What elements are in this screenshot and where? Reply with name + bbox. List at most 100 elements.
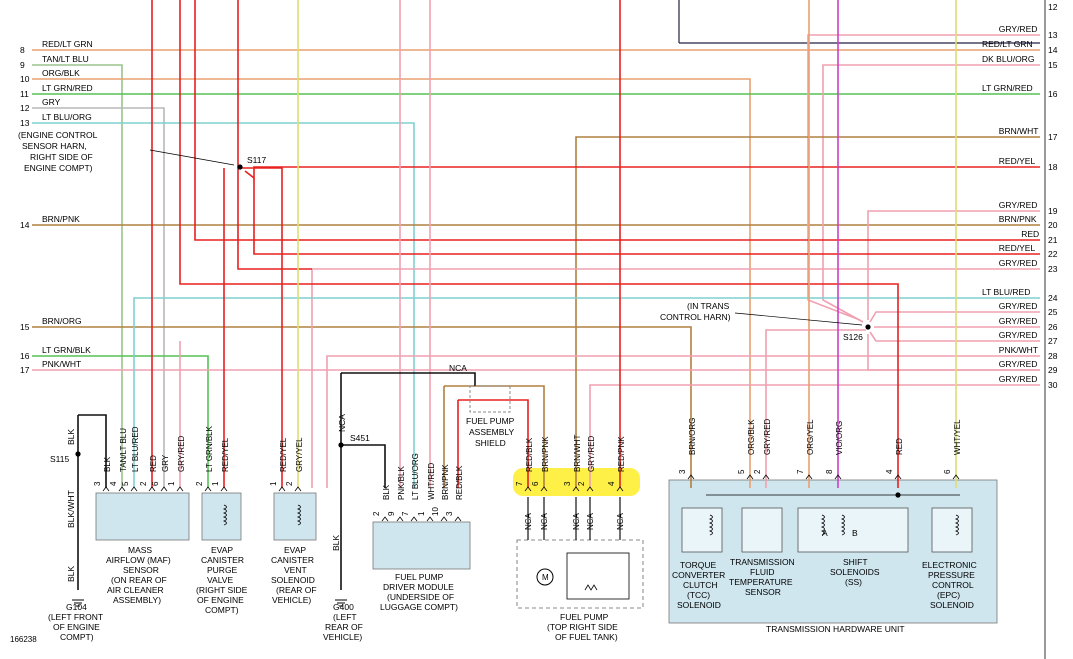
fuel-pump-wire-label: BRN/PNK	[541, 436, 550, 472]
left-wire-number: 11	[20, 89, 29, 99]
right-wire-label: GRY/RED	[999, 200, 1038, 210]
fpdm-wire-label: BLK	[382, 484, 391, 500]
g400-caption-3: VEHICLE)	[323, 632, 362, 642]
right-wire-number: 23	[1048, 264, 1058, 274]
fpdm-pin-number: 9	[387, 511, 396, 516]
fuel-pump-wire-label: RED/BLK	[525, 437, 534, 472]
maf-pin-number: 5	[121, 481, 130, 486]
epc-caption-1: ELECTRONIC	[922, 560, 977, 570]
thu-wire-label: WHT/YEL	[953, 419, 962, 455]
right-wire-label: GRY/RED	[999, 301, 1038, 311]
left-wire-label: ORG/BLK	[42, 68, 80, 78]
wire-nca-shield	[341, 372, 476, 386]
purge-caption-1: EVAP	[211, 545, 233, 555]
s451-label: S451	[350, 433, 370, 443]
right-wire-number: 14	[1048, 45, 1058, 55]
g1-wire-mid: BLK/WHT	[66, 490, 76, 528]
g400-caption-1: (LEFT	[333, 612, 357, 622]
wire-gryred-30	[589, 384, 1040, 488]
fpdm-caption-1: FUEL PUMP	[395, 572, 444, 582]
fuel-pump-tank-box	[516, 539, 644, 609]
epc-box	[931, 507, 973, 553]
maf-pin-number: 3	[93, 481, 102, 486]
left-wire-number: 12	[20, 103, 30, 113]
left-wire-label: BRN/ORG	[42, 316, 82, 326]
left-wire-label: TAN/LT BLU	[42, 54, 89, 64]
right-wire-number: 18	[1048, 162, 1058, 172]
g104-caption-2: OF ENGINE	[53, 622, 100, 632]
wire-red-yel-vent	[238, 167, 283, 488]
right-wire-label: BRN/PNK	[999, 214, 1037, 224]
wire-gryred-13r	[807, 34, 1040, 321]
left-wire-label: GRY	[42, 97, 61, 107]
purge-pin-number: 2	[195, 481, 204, 486]
purge-caption-6: OF ENGINE	[197, 595, 244, 605]
tft-caption-3: TEMPERATURE	[729, 577, 793, 587]
fpdm-pin-arrow	[396, 516, 404, 522]
maf-wire-label: BLK	[103, 456, 112, 472]
tcc-caption-3: CLUTCH	[683, 580, 717, 590]
tcc-box	[681, 507, 723, 553]
purge-wire-label: RED/YEL	[221, 437, 230, 472]
fpdm-pin-number: 10	[431, 507, 440, 516]
right-wire-label: GRY/RED	[999, 359, 1038, 369]
left-wire-label: PNK/WHT	[42, 359, 81, 369]
right-wire-number: 12	[1048, 2, 1058, 12]
purge-pin-number: 1	[211, 481, 220, 486]
vent-caption-6: VEHICLE)	[272, 595, 311, 605]
purge-caption-4: VALVE	[207, 575, 233, 585]
right-wire-number: 15	[1048, 60, 1058, 70]
tft-caption-4: SENSOR	[745, 587, 781, 597]
vent-wire-label: RED/YEL	[279, 437, 288, 472]
s115-label: S115	[50, 454, 69, 464]
s117-label: S117	[247, 155, 266, 165]
maf-pin-number: 2	[139, 481, 148, 486]
vent-caption-5: (REAR OF	[276, 585, 317, 595]
right-wire-number: 17	[1048, 132, 1058, 142]
epc-caption-5: SOLENOID	[930, 600, 974, 610]
left-wire-label: LT BLU/ORG	[42, 112, 92, 122]
thu-pin-number: 7	[796, 469, 805, 474]
s126-note-2: CONTROL HARN)	[660, 312, 731, 322]
ss-caption-2: SOLENOIDS	[830, 567, 880, 577]
tcc-caption-2: CONVERTER	[672, 570, 725, 580]
left-wire-number: 9	[20, 60, 25, 70]
vent-caption-1: EVAP	[284, 545, 306, 555]
right-wire-label: LT BLU/RED	[982, 287, 1030, 297]
g104-caption-1: (LEFT FRONT	[48, 612, 103, 622]
thu-wire-label: GRY/RED	[763, 418, 772, 455]
g104-caption-3: COMPT)	[60, 632, 94, 642]
right-wire-label: PNK/WHT	[999, 345, 1038, 355]
maf-pin-arrow	[176, 486, 184, 492]
vent-wire-label: GRY/YEL	[295, 437, 304, 472]
thu-wire-label: BRN/ORG	[688, 418, 697, 455]
fpdm-wire-label: RED/BLK	[455, 465, 464, 500]
vent-pin-number: 1	[269, 481, 278, 486]
right-wire-label: GRY/RED	[999, 258, 1038, 268]
wire-red-yel-18	[244, 166, 1040, 180]
right-wire-label: GRY/RED	[999, 24, 1038, 34]
left-wire-label: LT GRN/RED	[42, 83, 93, 93]
shield-caption-1: FUEL PUMP	[466, 416, 515, 426]
right-wire-number: 25	[1048, 307, 1058, 317]
vent-caption-4: SOLENOID	[271, 575, 315, 585]
right-wire-number: 28	[1048, 351, 1058, 361]
purge-caption-3: PURGE	[207, 565, 238, 575]
maf-pin-number: 4	[109, 481, 118, 486]
tcc-caption-1: TORQUE	[680, 560, 717, 570]
thu-pin-number: 3	[678, 469, 687, 474]
vent-pin-arrow	[278, 486, 286, 492]
left-wire-number: 16	[20, 351, 30, 361]
maf-wire-label: GRY	[161, 454, 170, 472]
right-wire-number: 27	[1048, 336, 1058, 346]
fuel-pump-nca-label: NCA	[586, 512, 595, 530]
maf-pin-number: 6	[151, 481, 160, 486]
fpdm-caption-2: DRIVER MODULE	[383, 582, 454, 592]
evap-purge-valve-box	[201, 492, 242, 541]
right-wire-label: RED/YEL	[999, 156, 1036, 166]
fpdm-pin-number: 2	[372, 511, 381, 516]
right-wire-label: DK BLU/ORG	[982, 54, 1034, 64]
right-wire-number: 20	[1048, 220, 1058, 230]
fuel-pump-nca-label: NCA	[540, 512, 549, 530]
wire-red-thu4	[179, 0, 899, 488]
